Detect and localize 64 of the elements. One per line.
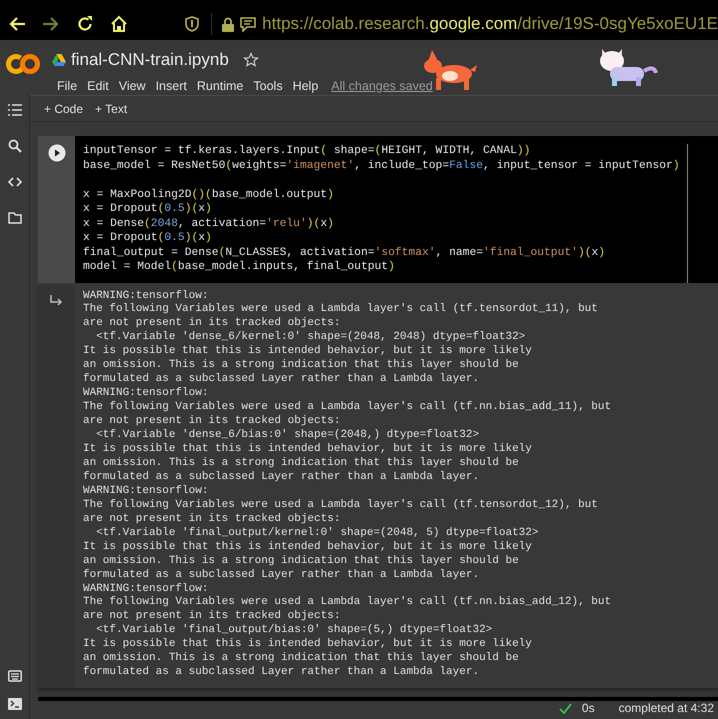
- output-line: formulated as a subclassed Layer rather than a Lambda layer.: [83, 568, 480, 583]
- output-line: formulated as a subclassed Layer rather than a Lambda layer.: [83, 666, 480, 680]
- output-line: It is possible that this is intended behavior, but it is more likely: [83, 540, 533, 555]
- output-line: an omission. This is a strong indication that this layer should be: [83, 456, 520, 471]
- output-line: The following Variables were used a Lambda layer's call (tf.nn.bias_add_12), but: [83, 596, 612, 610]
- code-line: x = Dense(2048, activation='relu')(x): [83, 216, 335, 231]
- output-line: It is possible that this is intended behavior, but it is more likely: [83, 345, 533, 359]
- execution-time: 0s: [582, 700, 595, 717]
- menu-item[interactable]: Insert: [150, 76, 192, 96]
- output-line: are not present in its tracked objects:: [83, 610, 342, 624]
- menu-item[interactable]: Tools: [248, 76, 288, 96]
- code-line: model = Model(base_model.inputs, final_output): [83, 260, 396, 274]
- add-cell-button[interactable]: + Text: [89, 100, 134, 118]
- completion-status: completed at 4:32: [618, 700, 714, 717]
- shield-icon[interactable]: [185, 16, 200, 32]
- output-line: an omission. This is a strong indication that this layer should be: [83, 554, 520, 569]
- menu-item[interactable]: Runtime: [192, 76, 248, 96]
- output-actions-icon[interactable]: [50, 294, 64, 306]
- menu-item[interactable]: Help: [288, 76, 324, 96]
- add-cell-button[interactable]: + Code: [38, 100, 90, 118]
- output-line: It is possible that this is intended behavior, but it is more likely: [83, 442, 533, 457]
- output-line: formulated as a subclassed Layer rather than a Lambda layer.: [83, 373, 480, 387]
- output-line: are not present in its tracked objects:: [83, 512, 342, 527]
- code-icon[interactable]: [8, 175, 22, 189]
- output-line: an omission. This is a strong indication that this layer should be: [83, 652, 520, 666]
- output-line: <tf.Variable 'final_output/bias:0' shape=(5,) dtype=float32>: [95, 624, 494, 638]
- output-line: WARNING:tensorflow:: [83, 387, 210, 401]
- search-icon[interactable]: [8, 139, 22, 153]
- output-line: The following Variables were used a Lambda layer's call (tf.tensordot_11), but: [83, 303, 599, 317]
- output-line: It is possible that this is intended behavior, but it is more likely: [83, 638, 533, 652]
- output-line: WARNING:tensorflow:: [83, 582, 210, 596]
- output-line: WARNING:tensorflow:: [83, 484, 210, 499]
- code-line: x = MaxPooling2D()(base_model.output): [83, 188, 335, 202]
- code-line: base_model = ResNet50(weights='imagenet', include_top=False, input_tensor = inputTensor): [83, 158, 681, 173]
- output-line: WARNING:tensorflow:: [83, 290, 210, 303]
- output-line: an omission. This is a strong indication that this layer should be: [83, 359, 520, 373]
- message-icon[interactable]: [240, 16, 256, 32]
- code-line: x = Dropout(0.5)(x): [83, 202, 213, 216]
- terminal-icon[interactable]: [8, 697, 22, 711]
- lock-icon: [222, 16, 234, 32]
- keyboard-icon[interactable]: [8, 669, 22, 683]
- run-cell-button[interactable]: [48, 144, 66, 162]
- colab-logo-icon[interactable]: [6, 53, 40, 75]
- output-line: are not present in its tracked objects:: [83, 317, 342, 331]
- output-line: <tf.Variable 'final_output/kernel:0' shape=(2048, 5) dtype=float32>: [95, 526, 540, 541]
- menu-item[interactable]: File: [52, 76, 82, 96]
- notebook-title[interactable]: final-CNN-train.ipynb: [71, 47, 229, 72]
- output-line: The following Variables were used a Lambda layer's call (tf.nn.bias_add_11), but: [83, 401, 612, 415]
- star-icon[interactable]: [242, 52, 259, 68]
- drive-icon: [52, 54, 66, 66]
- check-icon: [558, 702, 572, 714]
- output-line: <tf.Variable 'dense_6/bias:0' shape=(2048,) dtype=float32>: [95, 429, 480, 443]
- output-line: The following Variables were used a Lambda layer's call (tf.tensordot_12), but: [83, 498, 599, 513]
- code-line: x = Dropout(0.5)(x): [83, 231, 213, 246]
- folder-icon[interactable]: [8, 211, 22, 225]
- save-status-link[interactable]: All changes saved: [331, 76, 433, 96]
- menu-item[interactable]: View: [114, 76, 151, 96]
- output-line: <tf.Variable 'dense_6/kernel:0' shape=(2048, 2048) dtype=float32>: [95, 331, 526, 345]
- menu-item[interactable]: Edit: [82, 76, 114, 96]
- table-of-contents-icon[interactable]: [8, 103, 22, 117]
- output-line: formulated as a subclassed Layer rather than a Lambda layer.: [83, 470, 480, 485]
- code-line: final_output = Dense(N_CLASSES, activation='softmax', name='final_output')(x): [83, 246, 606, 260]
- output-line: are not present in its tracked objects:: [83, 415, 342, 429]
- code-line: inputTensor = tf.keras.layers.Input( shape=(HEIGHT, WIDTH, CANAL)): [83, 144, 532, 158]
